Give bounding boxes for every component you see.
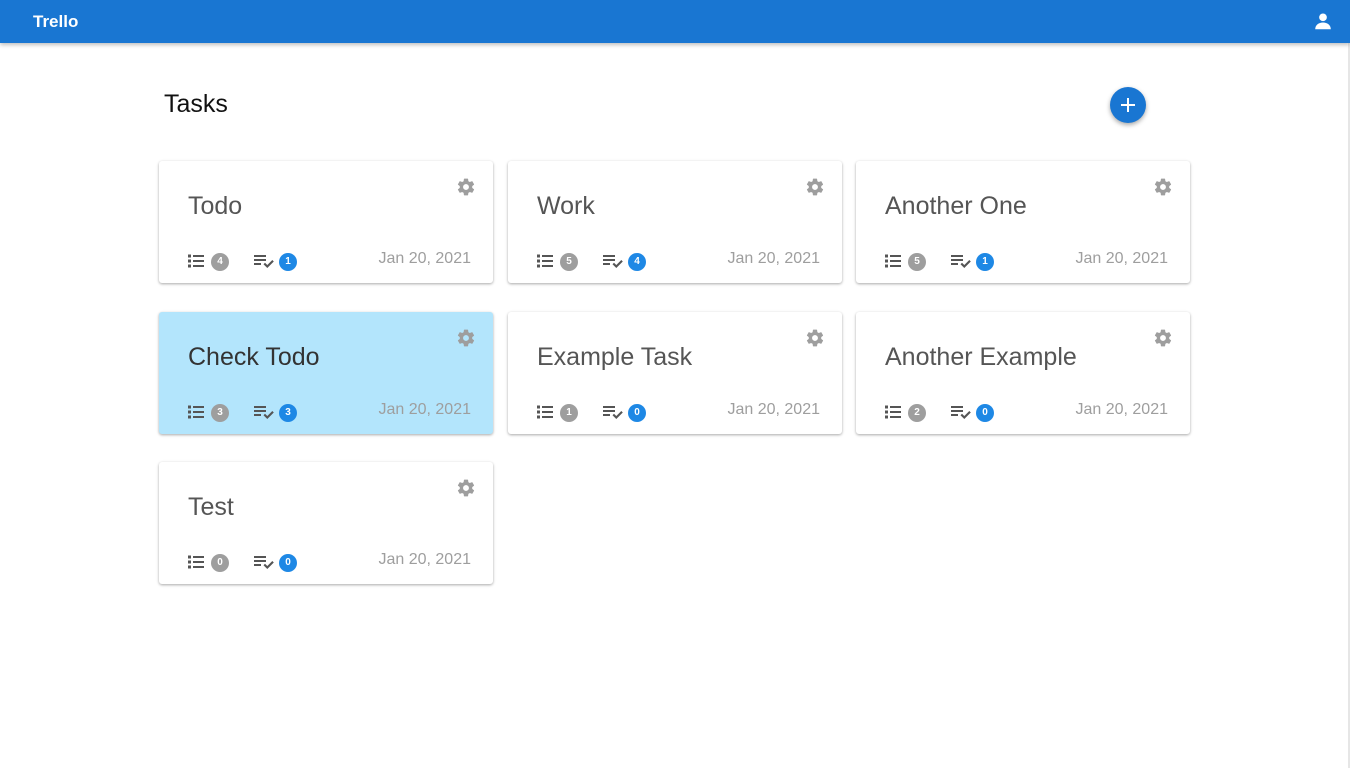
list-icon: [537, 254, 553, 268]
board-title[interactable]: Example Task: [537, 342, 692, 372]
done-count-badge: 1: [976, 253, 994, 271]
list-count-badge: 4: [211, 253, 229, 271]
board-date: Jan 20, 2021: [378, 401, 471, 418]
done-count-badge: 0: [976, 404, 994, 422]
gear-icon[interactable]: [456, 328, 476, 348]
checklist-icon: [951, 255, 971, 268]
board-card[interactable]: Test 0 0 Jan 20, 2021: [159, 462, 493, 584]
board-title[interactable]: Test: [188, 492, 234, 522]
board-date: Jan 20, 2021: [1075, 401, 1168, 418]
gear-icon[interactable]: [805, 328, 825, 348]
plus-icon: [1121, 98, 1135, 112]
gear-icon[interactable]: [456, 177, 476, 197]
list-count-badge: 3: [211, 404, 229, 422]
board-date: Jan 20, 2021: [727, 250, 820, 267]
add-board-button[interactable]: [1110, 87, 1146, 123]
list-icon: [885, 254, 901, 268]
board-card-selected[interactable]: Check Todo 3 3 Jan 20, 2021: [159, 312, 493, 434]
list-icon: [188, 405, 204, 419]
board-title[interactable]: Another One: [885, 191, 1027, 221]
list-count-badge: 1: [560, 404, 578, 422]
board-title[interactable]: Work: [537, 191, 595, 221]
board-date: Jan 20, 2021: [378, 551, 471, 568]
board-title[interactable]: Todo: [188, 191, 242, 221]
checklist-icon: [603, 255, 623, 268]
checklist-icon: [254, 255, 274, 268]
list-icon: [537, 405, 553, 419]
gear-icon[interactable]: [456, 478, 476, 498]
done-count-badge: 4: [628, 253, 646, 271]
done-count-badge: 0: [279, 554, 297, 572]
board-card[interactable]: Another Example 2 0 Jan 20, 2021: [856, 312, 1190, 434]
app-title[interactable]: Trello: [33, 12, 78, 32]
list-count-badge: 5: [560, 253, 578, 271]
list-count-badge: 0: [211, 554, 229, 572]
board-date: Jan 20, 2021: [1075, 250, 1168, 267]
checklist-icon: [951, 406, 971, 419]
done-count-badge: 0: [628, 404, 646, 422]
list-icon: [885, 405, 901, 419]
gear-icon[interactable]: [1153, 328, 1173, 348]
gear-icon[interactable]: [805, 177, 825, 197]
board-card[interactable]: Example Task 1 0 Jan 20, 2021: [508, 312, 842, 434]
board-card[interactable]: Another One 5 1 Jan 20, 2021: [856, 161, 1190, 283]
done-count-badge: 1: [279, 253, 297, 271]
list-count-badge: 5: [908, 253, 926, 271]
account-icon[interactable]: [1312, 10, 1334, 32]
gear-icon[interactable]: [1153, 177, 1173, 197]
board-title[interactable]: Check Todo: [188, 342, 320, 372]
board-date: Jan 20, 2021: [378, 250, 471, 267]
board-title[interactable]: Another Example: [885, 342, 1077, 372]
checklist-icon: [254, 556, 274, 569]
board-card[interactable]: Todo 4 1 Jan 20, 2021: [159, 161, 493, 283]
app-bar: Trello: [0, 0, 1350, 43]
page-title: Tasks: [164, 90, 228, 118]
board-date: Jan 20, 2021: [727, 401, 820, 418]
list-icon: [188, 254, 204, 268]
checklist-icon: [254, 406, 274, 419]
done-count-badge: 3: [279, 404, 297, 422]
checklist-icon: [603, 406, 623, 419]
board-card[interactable]: Work 5 4 Jan 20, 2021: [508, 161, 842, 283]
list-icon: [188, 555, 204, 569]
list-count-badge: 2: [908, 404, 926, 422]
